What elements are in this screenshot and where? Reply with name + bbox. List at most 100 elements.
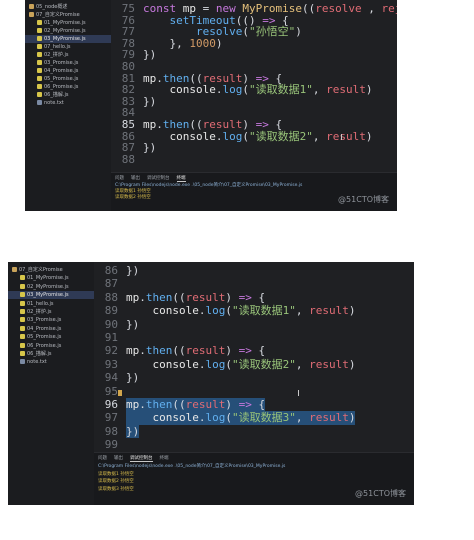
panel-tab[interactable]: 问题 bbox=[115, 176, 124, 181]
code-token: , bbox=[295, 411, 310, 425]
line-number: 99 bbox=[104, 438, 118, 452]
code-token: then bbox=[145, 398, 173, 411]
tree-item[interactable]: 05_Promise.js bbox=[25, 75, 111, 83]
tree-item[interactable]: 06_描解.js bbox=[25, 91, 111, 99]
code-line[interactable]: 95 bbox=[94, 385, 414, 399]
panel-tab[interactable]: 输出 bbox=[114, 456, 123, 461]
panel-tab[interactable]: 终端 bbox=[160, 456, 169, 461]
tree-item[interactable]: 07_hello.js bbox=[25, 43, 111, 51]
code-text: console.log("读取数据1", result) bbox=[126, 304, 356, 318]
code-line[interactable]: 89 console.log("读取数据1", result) bbox=[94, 304, 414, 318]
folder-icon bbox=[12, 267, 17, 272]
terminal-panel: 问题 输出 调试控制台 终端 C:\Program Files\nodejs\node… bbox=[111, 172, 397, 211]
js-file-icon bbox=[37, 60, 42, 65]
code-line[interactable]: 92 mp.then((result) => { bbox=[94, 344, 414, 358]
tree-item[interactable]: 04_Promise.js bbox=[8, 325, 94, 333]
code-token: ( bbox=[225, 357, 232, 371]
folder-icon bbox=[29, 12, 34, 17]
code-token: "读取数据3" bbox=[231, 411, 296, 425]
tree-item-label: 06_描解.js bbox=[27, 351, 52, 357]
code-token: }) bbox=[126, 264, 140, 277]
js-file-icon bbox=[20, 292, 25, 298]
tree-item[interactable]: 04_Promise.js bbox=[25, 67, 111, 75]
code-token: (( bbox=[172, 344, 186, 358]
tree-item[interactable]: 02_MyPromise.js bbox=[8, 283, 94, 291]
tree-item[interactable]: 01_hello.js bbox=[8, 300, 94, 308]
tree-item[interactable]: 06_描解.js bbox=[8, 350, 94, 358]
tree-item-label: 03_Promise.js bbox=[27, 317, 62, 324]
code-text: }) bbox=[126, 424, 140, 439]
panel-tab[interactable]: 输出 bbox=[131, 176, 140, 181]
code-text: console.log("读取数据3", result) bbox=[126, 411, 356, 425]
code-line[interactable]: 96 mp.then((result) => { bbox=[94, 398, 414, 412]
code-text: }) bbox=[126, 318, 139, 332]
code-token: { bbox=[251, 290, 266, 304]
mouse-cursor-icon bbox=[341, 134, 342, 140]
code-token: . bbox=[139, 290, 146, 304]
text-file-icon bbox=[20, 359, 25, 365]
tree-item[interactable]: 03_Promise.js bbox=[8, 316, 94, 324]
js-file-icon bbox=[20, 351, 25, 356]
code-line[interactable]: 86}) bbox=[94, 264, 414, 278]
tree-item-label: 01_hello.js bbox=[27, 300, 54, 307]
tree-item[interactable]: 02_拼炉.js bbox=[8, 308, 94, 316]
panel-tab[interactable]: 问题 bbox=[98, 456, 107, 461]
panel-tab[interactable]: 调试控制台 bbox=[147, 176, 170, 181]
code-line[interactable]: 91 bbox=[94, 331, 414, 345]
tree-item[interactable]: note.txt bbox=[25, 99, 111, 107]
tree-item-label: 05_Promise.js bbox=[27, 334, 62, 341]
code-token: "读取数据1" bbox=[231, 304, 296, 318]
tree-item[interactable]: note.txt bbox=[8, 358, 94, 366]
tree-item[interactable]: 06_Promise.js bbox=[8, 342, 94, 350]
tree-item[interactable]: 07_自定义Promise bbox=[25, 11, 111, 19]
tree-item[interactable]: 02_拼炉.js bbox=[25, 51, 111, 59]
code-token: ) bbox=[348, 357, 356, 371]
lightbulb-icon[interactable] bbox=[118, 390, 122, 396]
tree-item-label: 03_MyPromise.js bbox=[27, 292, 69, 299]
tree-item[interactable]: 03_Promise.js bbox=[25, 59, 111, 67]
mouse-cursor-icon bbox=[298, 390, 299, 396]
line-number: 96 bbox=[104, 398, 118, 411]
code-text: mp.then((result) => { bbox=[126, 291, 265, 305]
text-file-icon bbox=[37, 100, 42, 105]
line-number: 86 bbox=[104, 264, 118, 277]
code-editor[interactable]: 86}) 87 88 mp.then((result) => {89 console.… bbox=[94, 262, 414, 452]
code-line[interactable]: 98}) bbox=[94, 424, 414, 439]
code-token: result bbox=[185, 290, 226, 304]
code-token: result bbox=[309, 304, 349, 318]
code-token: log bbox=[205, 411, 226, 425]
tree-item[interactable]: 05_node概述 bbox=[25, 3, 111, 11]
js-file-icon bbox=[20, 325, 25, 331]
code-line[interactable]: 88 mp.then((result) => { bbox=[94, 291, 414, 305]
code-line[interactable]: 97 console.log("读取数据3", result) bbox=[94, 411, 414, 425]
tree-item-label: 07_hello.js bbox=[44, 44, 71, 50]
tree-item[interactable]: 03_MyPromise.js bbox=[25, 35, 111, 43]
code-editor[interactable]: 75 const mp = new MyPromise((resolve , re… bbox=[111, 0, 397, 172]
tree-item[interactable]: 07_自定义Promise bbox=[8, 266, 94, 274]
code-token: ) bbox=[225, 344, 239, 358]
js-file-icon bbox=[20, 342, 25, 348]
code-line[interactable]: 99 bbox=[94, 438, 414, 452]
code-line[interactable]: 94}) bbox=[94, 371, 414, 385]
tree-item[interactable]: 02_MyPromise.js bbox=[25, 27, 111, 35]
code-line[interactable]: 93 console.log("读取数据2", result) bbox=[94, 358, 414, 372]
js-file-icon bbox=[37, 36, 42, 41]
code-token: result bbox=[309, 411, 349, 425]
watermark: @51CTO博客 bbox=[355, 489, 406, 498]
tree-item[interactable]: 01_MyPromise.js bbox=[8, 274, 94, 282]
code-line[interactable]: 87 bbox=[94, 277, 414, 291]
panel-tab[interactable]: 终端 bbox=[176, 176, 186, 182]
code-line[interactable]: 88 bbox=[111, 153, 397, 167]
code-token: ( bbox=[225, 304, 232, 318]
line-number: 88 bbox=[104, 290, 118, 304]
code-token: }) bbox=[126, 317, 140, 331]
tree-item[interactable]: 01_MyPromise.js bbox=[25, 19, 111, 27]
tree-item[interactable]: 03_MyPromise.js bbox=[8, 291, 94, 300]
tree-item[interactable]: 05_Promise.js bbox=[8, 333, 94, 341]
tree-item-label: 06_Promise.js bbox=[44, 84, 79, 90]
terminal-command: C:\Program Files\nodejs\node.exe .\05_no… bbox=[98, 464, 286, 469]
code-line[interactable]: 90}) bbox=[94, 318, 414, 332]
tree-item[interactable]: 06_Promise.js bbox=[25, 83, 111, 91]
panel-tab[interactable]: 调试控制台 bbox=[130, 456, 153, 462]
